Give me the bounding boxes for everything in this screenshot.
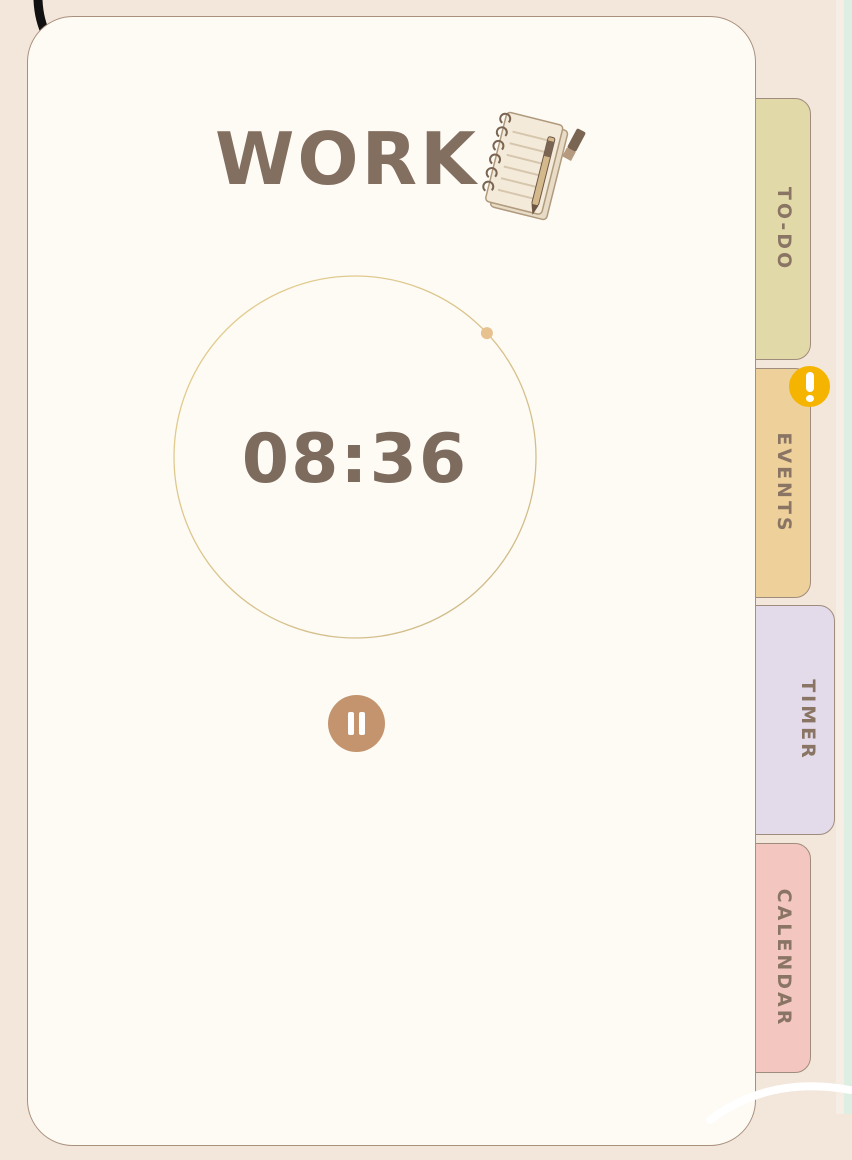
timer-display: 08:36 — [241, 420, 469, 499]
page-title: WORK — [215, 117, 479, 201]
tab-events-label: EVENTS — [772, 432, 795, 534]
title-row: WORK — [215, 105, 615, 235]
progress-indicator-dot — [480, 327, 493, 340]
right-edge-strip — [836, 0, 852, 1114]
tab-to-do-label: TO-DO — [772, 186, 795, 272]
tab-calendar-label: CALENDAR — [772, 888, 795, 1028]
exclamation-icon — [789, 366, 830, 407]
tab-timer-label: TIMER — [796, 679, 819, 761]
notebook-with-pen-icon — [482, 111, 586, 221]
pause-button[interactable] — [328, 695, 385, 752]
decorative-corner-arc — [706, 1082, 852, 1124]
